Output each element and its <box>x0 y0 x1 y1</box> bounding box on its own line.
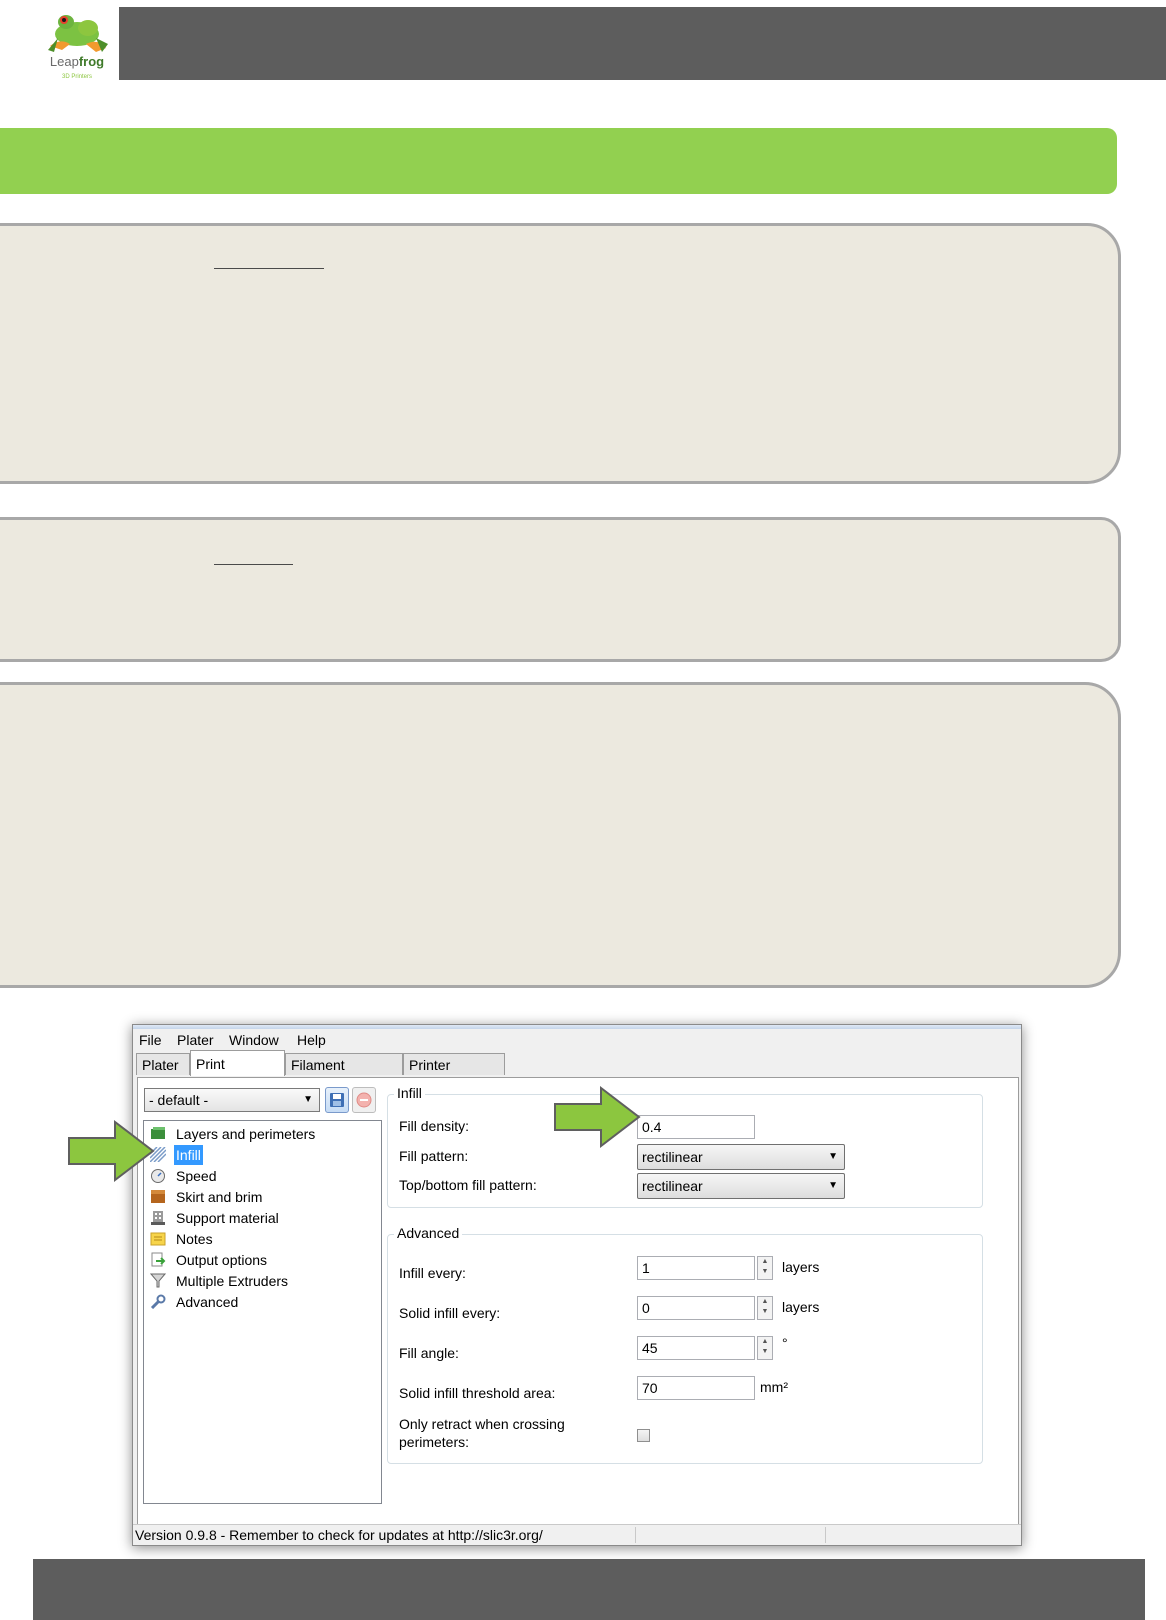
menu-window[interactable]: Window <box>229 1032 279 1048</box>
fill-density-label: Fill density: <box>399 1118 470 1134</box>
retract-label-line-2: perimeters: <box>399 1434 470 1450</box>
preset-value: - default - <box>149 1092 209 1108</box>
underline-1 <box>214 268 324 269</box>
menu-plater[interactable]: Plater <box>177 1032 214 1048</box>
delete-preset-button[interactable] <box>352 1087 376 1113</box>
chevron-down-icon: ▼ <box>828 1151 838 1162</box>
content-panel-1 <box>0 223 1121 484</box>
advanced-group-title: Advanced <box>394 1225 463 1241</box>
fill-angle-label: Fill angle: <box>399 1345 459 1361</box>
fill-pattern-value: rectilinear <box>642 1149 703 1165</box>
support-icon <box>151 1211 165 1225</box>
menu-bar: File Plater Window Help <box>133 1029 1021 1049</box>
advanced-group: Advanced Infill every: 1 ▲ ▼ layers Solid… <box>387 1225 983 1464</box>
tab-bar: Plater Print Settings Filament Settings … <box>133 1050 1021 1098</box>
threshold-label: Solid infill threshold area: <box>399 1385 556 1401</box>
delete-circle-icon <box>356 1092 372 1108</box>
output-icon <box>151 1252 166 1267</box>
retract-checkbox[interactable] <box>637 1429 650 1442</box>
frog-logo-icon <box>48 15 108 52</box>
solid-infill-every-unit: layers <box>782 1299 820 1315</box>
infill-group: Infill Fill density: 0.4 Fill pattern: r… <box>387 1085 983 1208</box>
solid-infill-every-spinner[interactable]: ▲ ▼ <box>757 1296 773 1320</box>
threshold-unit: mm² <box>760 1379 788 1395</box>
fill-angle-unit: ° <box>782 1335 788 1351</box>
fill-angle-spinner[interactable]: ▲ ▼ <box>757 1336 773 1360</box>
tab-filament-settings[interactable]: Filament Settings <box>285 1053 403 1095</box>
content-panel-3 <box>0 682 1121 988</box>
preset-select[interactable]: - default - ▼ <box>144 1088 320 1112</box>
status-bar: Version 0.9.8 - Remember to check for up… <box>133 1524 1021 1545</box>
floppy-disk-icon <box>330 1093 344 1107</box>
infill-every-spinner[interactable]: ▲ ▼ <box>757 1256 773 1280</box>
extruders-icon <box>150 1273 166 1288</box>
arrow-right-icon <box>68 1120 155 1182</box>
wrench-icon <box>150 1294 166 1309</box>
solid-infill-every-input[interactable]: 0 <box>637 1296 755 1320</box>
status-text: Version 0.9.8 - Remember to check for up… <box>135 1527 543 1543</box>
top-bottom-pattern-label: Top/bottom fill pattern: <box>399 1177 537 1193</box>
header-bar <box>119 7 1166 80</box>
slic3r-window: File Plater Window Help Plater Print Set… <box>68 1024 1022 1546</box>
arrow-right-icon <box>554 1086 641 1148</box>
retract-label-line-1: Only retract when crossing <box>399 1416 565 1432</box>
fill-pattern-label: Fill pattern: <box>399 1148 469 1164</box>
notes-icon <box>150 1232 166 1246</box>
menu-file[interactable]: File <box>139 1032 162 1048</box>
section-title-bar <box>0 128 1117 194</box>
tab-plater[interactable]: Plater <box>136 1053 190 1075</box>
settings-tree: Layers and perimeters Infill Speed Skirt… <box>143 1120 382 1504</box>
chevron-down-icon: ▼ <box>303 1094 313 1105</box>
status-divider <box>825 1527 826 1543</box>
top-bottom-pattern-select[interactable]: rectilinear ▼ <box>637 1173 845 1199</box>
top-bottom-pattern-value: rectilinear <box>642 1178 703 1194</box>
infill-every-input[interactable]: 1 <box>637 1256 755 1280</box>
infill-every-label: Infill every: <box>399 1265 466 1281</box>
solid-infill-every-label: Solid infill every: <box>399 1305 501 1321</box>
skirt-icon <box>151 1190 165 1203</box>
brand-name: Leapfrog <box>49 54 105 69</box>
save-preset-button[interactable] <box>325 1087 349 1113</box>
fill-angle-input[interactable]: 45 <box>637 1336 755 1360</box>
infill-every-unit: layers <box>782 1259 820 1275</box>
infill-group-title: Infill <box>394 1085 425 1101</box>
status-divider <box>635 1527 636 1543</box>
underline-2 <box>214 564 293 565</box>
chevron-down-icon: ▼ <box>828 1180 838 1191</box>
menu-help[interactable]: Help <box>297 1032 326 1048</box>
threshold-input[interactable]: 70 <box>637 1376 755 1400</box>
fill-density-input[interactable]: 0.4 <box>637 1115 755 1139</box>
footer-bar <box>33 1559 1145 1620</box>
brand-tagline: 3D Printers <box>61 74 92 80</box>
tab-print-settings[interactable]: Print Settings <box>190 1050 285 1098</box>
fill-pattern-select[interactable]: rectilinear ▼ <box>637 1144 845 1170</box>
tab-printer-settings[interactable]: Printer Settings <box>403 1053 505 1095</box>
content-panel-2 <box>0 517 1121 662</box>
